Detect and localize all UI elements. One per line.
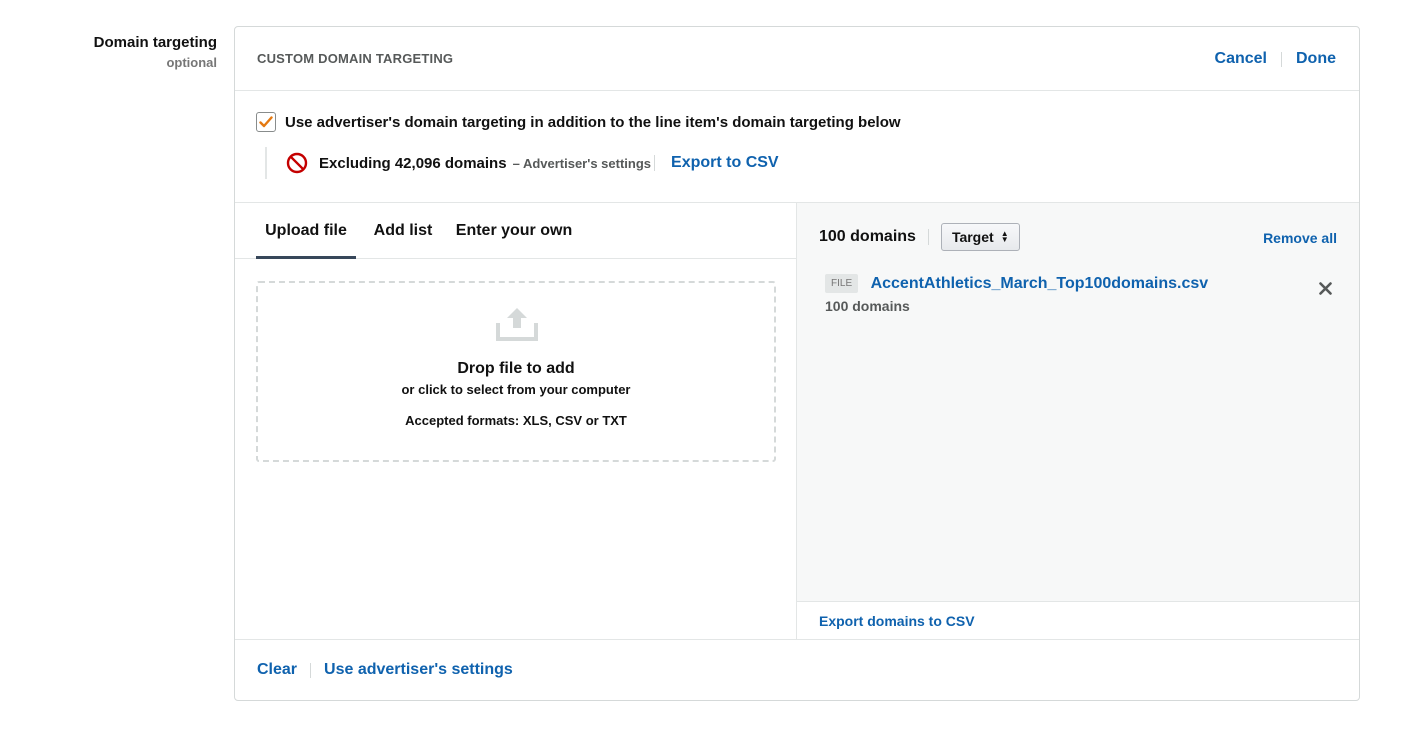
remove-all-button[interactable]: Remove all [1263, 230, 1337, 246]
done-button[interactable]: Done [1296, 50, 1336, 68]
footer-actions: Clear Use advertiser's settings [257, 661, 513, 679]
advertiser-targeting-label[interactable]: Use advertiser's domain targeting in add… [285, 114, 901, 131]
selected-domains-panel: 100 domains Target ▲ ▼ Remove all FILE Ac… [797, 203, 1359, 639]
cancel-button[interactable]: Cancel [1215, 50, 1267, 68]
add-domains-panel: Upload file Add list Enter your own Drop… [235, 203, 797, 639]
field-optional-hint: optional [166, 55, 217, 70]
field-label: Domain targeting optional [0, 34, 217, 70]
file-domain-count: 100 domains [825, 298, 910, 314]
checkmark-icon [259, 116, 273, 128]
divider [927, 229, 929, 245]
targeting-mode-select[interactable]: Target ▲ ▼ [940, 223, 1020, 251]
file-badge: FILE [825, 274, 859, 293]
tab-add-list[interactable]: Add list [368, 203, 438, 259]
selected-domains-header: 100 domains Target ▲ ▼ [819, 223, 1020, 251]
tab-enter-your-own[interactable]: Enter your own [451, 203, 577, 259]
header-actions: Cancel Done [1215, 50, 1336, 68]
dropzone-formats: Accepted formats: XLS, CSV or TXT [405, 413, 627, 428]
upload-icon [496, 308, 538, 341]
domain-targeting-card: CUSTOM DOMAIN TARGETING Cancel Done Use … [234, 26, 1360, 701]
tab-upload-file[interactable]: Upload file [256, 203, 356, 259]
divider [654, 155, 656, 171]
advertiser-targeting-section: Use advertiser's domain targeting in add… [235, 91, 1359, 203]
tab-bar: Upload file Add list Enter your own [235, 203, 796, 259]
close-icon[interactable] [1319, 282, 1332, 295]
use-advertiser-settings-button[interactable]: Use advertiser's settings [324, 661, 513, 679]
export-domains-csv-link[interactable]: Export domains to CSV [819, 613, 975, 629]
advertiser-targeting-option: Use advertiser's domain targeting in add… [256, 112, 901, 132]
excluding-count: Excluding 42,096 domains [319, 154, 507, 172]
selected-domains-footer: Export domains to CSV [797, 601, 1359, 639]
prohibited-icon [286, 152, 308, 174]
export-to-csv-link[interactable]: Export to CSV [671, 154, 779, 172]
list-item: FILE AccentAthletics_March_Top100domains… [825, 274, 1335, 314]
excluding-source: – Advertiser's settings [512, 155, 652, 171]
file-dropzone[interactable]: Drop file to add or click to select from… [256, 281, 776, 462]
dropzone-subtitle: or click to select from your computer [401, 382, 631, 397]
divider [1281, 51, 1282, 67]
dropzone-title: Drop file to add [457, 360, 575, 377]
clear-button[interactable]: Clear [257, 661, 297, 679]
divider [310, 662, 312, 678]
targeting-mode-value: Target [951, 229, 994, 245]
field-title: Domain targeting [93, 34, 217, 51]
file-name-link[interactable]: AccentAthletics_March_Top100domains.csv [871, 275, 1209, 292]
card-footer: Clear Use advertiser's settings [235, 639, 1359, 701]
domain-count: 100 domains [819, 228, 916, 245]
select-arrows-icon: ▲ ▼ [1000, 229, 1009, 244]
card-title: CUSTOM DOMAIN TARGETING [257, 51, 454, 66]
advertiser-exclusion-summary: Excluding 42,096 domains – Advertiser's … [265, 147, 779, 179]
advertiser-targeting-checkbox[interactable] [256, 112, 276, 132]
card-header: CUSTOM DOMAIN TARGETING Cancel Done [235, 27, 1359, 91]
